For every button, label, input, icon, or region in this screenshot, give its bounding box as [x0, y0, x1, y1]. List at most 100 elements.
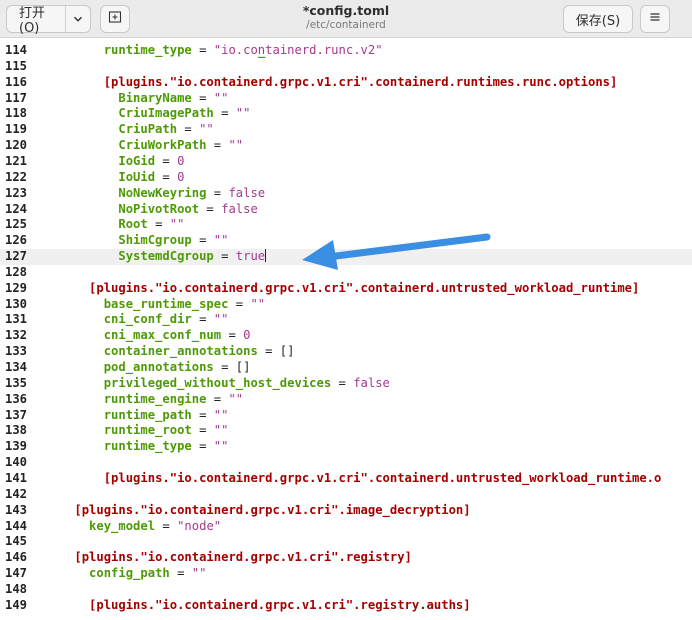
editor-line[interactable]: 136 runtime_engine = ""	[0, 392, 692, 408]
editor-line-current[interactable]: 127 SystemdCgroup = true	[0, 249, 692, 265]
editor-line[interactable]: 125 Root = ""	[0, 217, 692, 233]
line-number: 122	[5, 169, 28, 184]
editor-line[interactable]: 140	[0, 455, 692, 471]
line-code: NoPivotRoot = false	[45, 201, 258, 218]
config-key: config_path	[89, 566, 170, 581]
editor-line[interactable]: 119 CriuPath = ""	[0, 122, 692, 138]
editor-line[interactable]: 139 runtime_type = ""	[0, 439, 692, 455]
line-number: 138	[5, 423, 28, 438]
editor-line[interactable]: 121 IoGid = 0	[0, 154, 692, 170]
editor-line[interactable]: 135 privileged_without_host_devices = fa…	[0, 376, 692, 392]
code-editor[interactable]: _ 114 runtime_type = "io.containerd.runc…	[0, 38, 692, 620]
editor-line[interactable]: 116 [plugins."io.containerd.grpc.v1.cri"…	[0, 75, 692, 91]
editor-line[interactable]: 143 [plugins."io.containerd.grpc.v1.cri"…	[0, 503, 692, 519]
editor-line[interactable]: 114 runtime_type = "io.containerd.runc.v…	[0, 43, 692, 59]
line-code: [plugins."io.containerd.grpc.v1.cri".ima…	[45, 503, 470, 519]
line-number: 123	[5, 185, 28, 200]
line-number: 139	[5, 439, 28, 454]
line-code: SystemdCgroup = true	[45, 249, 267, 265]
editor-line[interactable]: 149 [plugins."io.containerd.grpc.v1.cri"…	[0, 598, 692, 614]
config-value: ""	[169, 217, 185, 232]
line-number: 131	[5, 312, 28, 327]
config-key: BinaryName	[118, 90, 192, 105]
line-code: key_model = "node"	[45, 519, 221, 535]
line-number: 124	[5, 201, 28, 216]
code-text: =	[213, 106, 236, 121]
editor-line[interactable]: 123 NoNewKeyring = false	[0, 186, 692, 202]
editor-line[interactable]: 147 config_path = ""	[0, 566, 692, 582]
line-code: NoNewKeyring = false	[45, 186, 265, 202]
editor-line[interactable]: 118 CriuImagePath = ""	[0, 106, 692, 122]
editor-line[interactable]: 120 CriuWorkPath = ""	[0, 138, 692, 154]
editor-line[interactable]: 142	[0, 487, 692, 503]
line-code: IoGid = 0	[45, 154, 184, 170]
editor-line[interactable]: 133 container_annotations = []	[0, 344, 692, 360]
config-value: ""	[199, 122, 214, 137]
line-code: runtime_type = ""	[45, 439, 229, 455]
line-code: [plugins."io.containerd.grpc.v1.cri".con…	[45, 281, 639, 297]
editor-line[interactable]: 141 [plugins."io.containerd.grpc.v1.cri"…	[0, 471, 692, 487]
editor-line[interactable]: 145	[0, 534, 692, 550]
editor-line[interactable]: 134 pod_annotations = []	[0, 360, 692, 376]
config-key: IoGid	[118, 153, 156, 168]
line-number: 120	[5, 138, 28, 153]
code-text: =	[191, 407, 214, 422]
config-key: runtime_type	[103, 43, 192, 57]
save-button[interactable]: 保存(S)	[563, 5, 633, 33]
menu-button[interactable]	[640, 5, 670, 33]
line-code: [plugins."io.containerd.grpc.v1.cri".reg…	[45, 598, 471, 614]
editor-line[interactable]: 130 base_runtime_spec = ""	[0, 297, 692, 313]
line-number: 133	[5, 344, 28, 359]
code-text: =	[206, 185, 229, 200]
config-value: ""	[228, 138, 244, 153]
line-number: 125	[5, 217, 28, 232]
editor-line[interactable]: 122 IoUid = 0	[0, 170, 692, 186]
line-code: cni_max_conf_num = 0	[45, 328, 251, 344]
editor-line[interactable]: 132 cni_max_conf_num = 0	[0, 328, 692, 344]
editor-line[interactable]: 126 ShimCgroup = ""	[0, 233, 692, 249]
editor-line[interactable]: 146 [plugins."io.containerd.grpc.v1.cri"…	[0, 550, 692, 566]
line-code: ShimCgroup = ""	[45, 233, 228, 249]
line-number: 135	[5, 375, 28, 390]
line-code: base_runtime_spec = ""	[45, 297, 265, 313]
config-key: CriuPath	[118, 122, 178, 137]
line-code: [plugins."io.containerd.grpc.v1.cri".con…	[45, 75, 618, 91]
line-number: 115	[5, 58, 28, 73]
line-code: BinaryName = ""	[45, 91, 228, 107]
config-value: ""	[213, 90, 229, 105]
section-header: [plugins."io.containerd.grpc.v1.cri".con…	[89, 280, 640, 295]
editor-line[interactable]: 148	[0, 582, 692, 598]
editor-line[interactable]: 124 NoPivotRoot = false	[0, 202, 692, 218]
code-text: =	[191, 423, 214, 438]
text-editor-window: 打开(O) *config.toml /etc/containerd 保存(S)	[0, 0, 692, 620]
editor-line[interactable]: 137 runtime_path = ""	[0, 408, 692, 424]
line-number: 130	[5, 296, 28, 311]
code-text: =	[191, 233, 214, 248]
editor-line[interactable]: 128	[0, 265, 692, 281]
line-number: 137	[5, 407, 28, 422]
editor-line[interactable]: 138 runtime_root = ""	[0, 423, 692, 439]
config-value: ""	[213, 312, 229, 327]
config-key: base_runtime_spec	[103, 296, 229, 311]
editor-line[interactable]: 144 key_model = "node"	[0, 519, 692, 535]
config-value: false	[221, 201, 258, 216]
line-code: container_annotations = []	[45, 344, 295, 360]
editor-line[interactable]: 129 [plugins."io.containerd.grpc.v1.cri"…	[0, 281, 692, 297]
config-value: 0	[177, 169, 185, 184]
editor-line[interactable]: 115	[0, 59, 692, 75]
line-number: 140	[5, 455, 28, 470]
line-number: 142	[5, 486, 28, 501]
editor-line[interactable]: 131 cni_conf_dir = ""	[0, 312, 692, 328]
editor-line[interactable]: 117 BinaryName = ""	[0, 91, 692, 107]
line-code: CriuPath = ""	[45, 122, 214, 138]
